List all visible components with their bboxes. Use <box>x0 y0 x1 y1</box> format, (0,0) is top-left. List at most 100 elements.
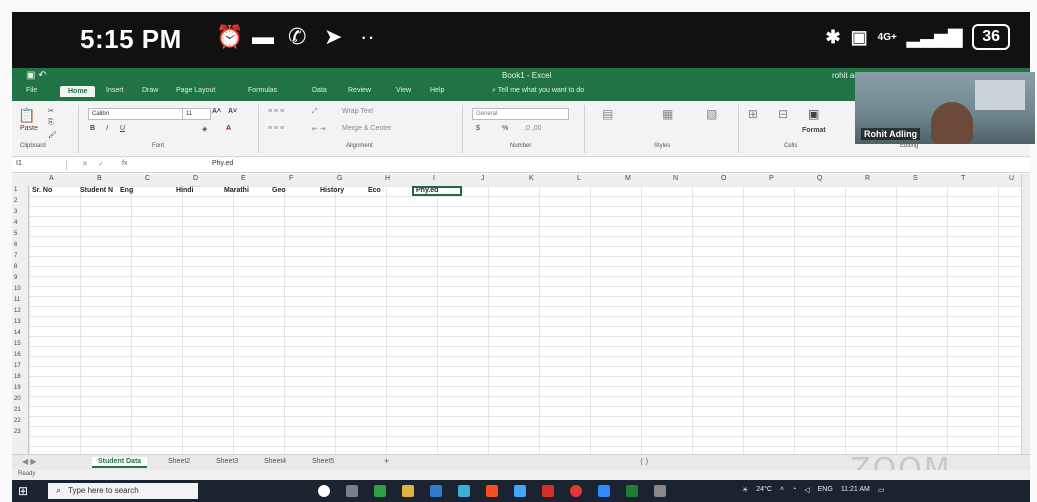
tab-draw[interactable]: Draw <box>142 87 158 94</box>
taskbar-search[interactable]: Type here to search <box>48 483 198 499</box>
column-header[interactable]: U <box>1009 175 1014 182</box>
row-header[interactable]: 10 <box>14 286 21 292</box>
cell-f1[interactable]: Geo <box>272 187 286 194</box>
row-header[interactable]: 19 <box>14 385 21 391</box>
cell-area[interactable] <box>29 186 1022 454</box>
store-icon[interactable] <box>458 485 470 497</box>
sheet-tab-sheet2[interactable]: Sheet2 <box>162 457 196 466</box>
cancel-icon[interactable]: ✕ <box>82 160 88 168</box>
column-header[interactable]: E <box>241 175 246 182</box>
wifi-icon[interactable]: ◔ <box>792 486 796 494</box>
add-sheet-button[interactable]: + <box>384 456 389 466</box>
horizontal-scroll-icon[interactable]: ⟨ ⟩ <box>640 457 648 466</box>
cell-a1[interactable]: Sr. No <box>32 187 52 194</box>
column-header[interactable]: C <box>145 175 150 182</box>
column-header[interactable]: A <box>49 175 54 182</box>
increase-font-icon[interactable]: A˄ <box>212 108 221 115</box>
row-header[interactable]: 1 <box>14 187 17 193</box>
column-header[interactable]: S <box>913 175 918 182</box>
format-cells-icon[interactable]: ▣ <box>808 107 819 121</box>
number-format-select[interactable]: General <box>472 108 569 120</box>
row-header[interactable]: 5 <box>14 231 17 237</box>
weather-icon[interactable]: ☀ <box>742 486 748 494</box>
row-header[interactable]: 9 <box>14 275 17 281</box>
clock[interactable]: 11:21 AM <box>841 486 870 494</box>
percent-button[interactable]: % <box>502 125 508 132</box>
format-as-table-icon[interactable]: ▦ <box>662 107 673 121</box>
decrease-font-icon[interactable]: A˅ <box>228 108 237 115</box>
cell-g1[interactable]: History <box>320 187 344 194</box>
cell-e1[interactable]: Marathi <box>224 187 249 194</box>
temperature[interactable]: 24°C <box>756 486 772 494</box>
spreadsheet-app-icon[interactable] <box>626 485 638 497</box>
column-header[interactable]: F <box>289 175 293 182</box>
vertical-scrollbar[interactable] <box>1021 174 1030 454</box>
tab-insert[interactable]: Insert <box>106 87 124 94</box>
row-header[interactable]: 7 <box>14 253 17 259</box>
column-header[interactable]: O <box>721 175 726 182</box>
zoom-video-thumbnail[interactable]: Rohit Adling <box>855 72 1035 144</box>
powerpoint-icon[interactable] <box>542 485 554 497</box>
column-header[interactable]: R <box>865 175 870 182</box>
row-header[interactable]: 22 <box>14 418 21 424</box>
sheet-tab-student-data[interactable]: Student Data <box>92 457 148 468</box>
row-header[interactable]: 6 <box>14 242 17 248</box>
font-name-select[interactable]: Calibri <box>88 108 183 120</box>
cell-c1[interactable]: Eng <box>120 187 133 194</box>
tray-chevron-icon[interactable]: ˄ <box>780 486 784 494</box>
active-cell-cursor[interactable] <box>412 186 462 196</box>
copy-icon[interactable]: ⎘ <box>48 119 54 127</box>
column-header[interactable]: G <box>337 175 342 182</box>
row-header[interactable]: 16 <box>14 352 21 358</box>
chrome-icon[interactable] <box>570 485 582 497</box>
office-icon[interactable] <box>486 485 498 497</box>
row-header[interactable]: 15 <box>14 341 21 347</box>
cell-b1[interactable]: Student N <box>80 187 113 194</box>
column-header[interactable]: K <box>529 175 534 182</box>
row-header[interactable]: 4 <box>14 220 17 226</box>
row-header[interactable]: 3 <box>14 209 17 215</box>
tell-me-search[interactable]: ⌕ Tell me what you want to do <box>492 87 584 95</box>
column-header[interactable]: H <box>385 175 390 182</box>
tab-help[interactable]: Help <box>430 87 444 94</box>
currency-button[interactable]: $ <box>476 125 480 132</box>
format-painter-icon[interactable]: 🖌 <box>48 131 57 139</box>
merge-center-button[interactable]: Merge & Center <box>342 125 391 132</box>
prev-sheet-icon[interactable]: ◀ ▶ <box>22 457 37 466</box>
indent-icon[interactable]: ⇤ ⇥ <box>312 125 326 133</box>
column-header[interactable]: T <box>961 175 965 182</box>
tab-data[interactable]: Data <box>312 87 327 94</box>
row-header[interactable]: 21 <box>14 407 21 413</box>
bold-button[interactable]: B <box>90 125 95 132</box>
row-header[interactable]: 20 <box>14 396 21 402</box>
format-button[interactable]: Format <box>802 127 826 134</box>
row-header[interactable]: 12 <box>14 308 21 314</box>
tab-formulas[interactable]: Formulas <box>248 87 277 94</box>
column-header[interactable]: D <box>193 175 198 182</box>
orientation-icon[interactable]: ⤢ <box>312 108 318 116</box>
row-header[interactable]: 14 <box>14 330 21 336</box>
underline-button[interactable]: U <box>120 125 125 132</box>
conditional-formatting-icon[interactable]: ▤ <box>602 107 613 121</box>
cut-icon[interactable]: ✂ <box>48 107 54 115</box>
name-box[interactable]: I1 <box>16 160 67 170</box>
decimal-icon[interactable]: ,0 ,00 <box>524 125 542 132</box>
windows-start-icon[interactable]: ⊞ <box>18 484 32 498</box>
delete-cells-icon[interactable]: ⊟ <box>778 107 788 121</box>
wrap-text-button[interactable]: Wrap Text <box>342 108 373 115</box>
column-header[interactable]: B <box>97 175 102 182</box>
column-header[interactable]: L <box>577 175 581 182</box>
language[interactable]: ENG <box>818 486 833 494</box>
edge-icon[interactable] <box>430 485 442 497</box>
sheet-tab-sheet4[interactable]: Sheet4 <box>258 457 292 466</box>
row-header[interactable]: 8 <box>14 264 17 270</box>
cell-h1[interactable]: Eco <box>368 187 381 194</box>
mail-icon[interactable] <box>514 485 526 497</box>
insert-cells-icon[interactable]: ⊞ <box>748 107 758 121</box>
row-header[interactable]: 23 <box>14 429 21 435</box>
row-header[interactable]: 13 <box>14 319 21 325</box>
row-header[interactable]: 11 <box>14 297 20 303</box>
paste-button[interactable]: Paste <box>20 125 38 132</box>
cell-styles-icon[interactable]: ▧ <box>706 107 717 121</box>
fill-color-icon[interactable]: ◈ <box>202 125 207 133</box>
